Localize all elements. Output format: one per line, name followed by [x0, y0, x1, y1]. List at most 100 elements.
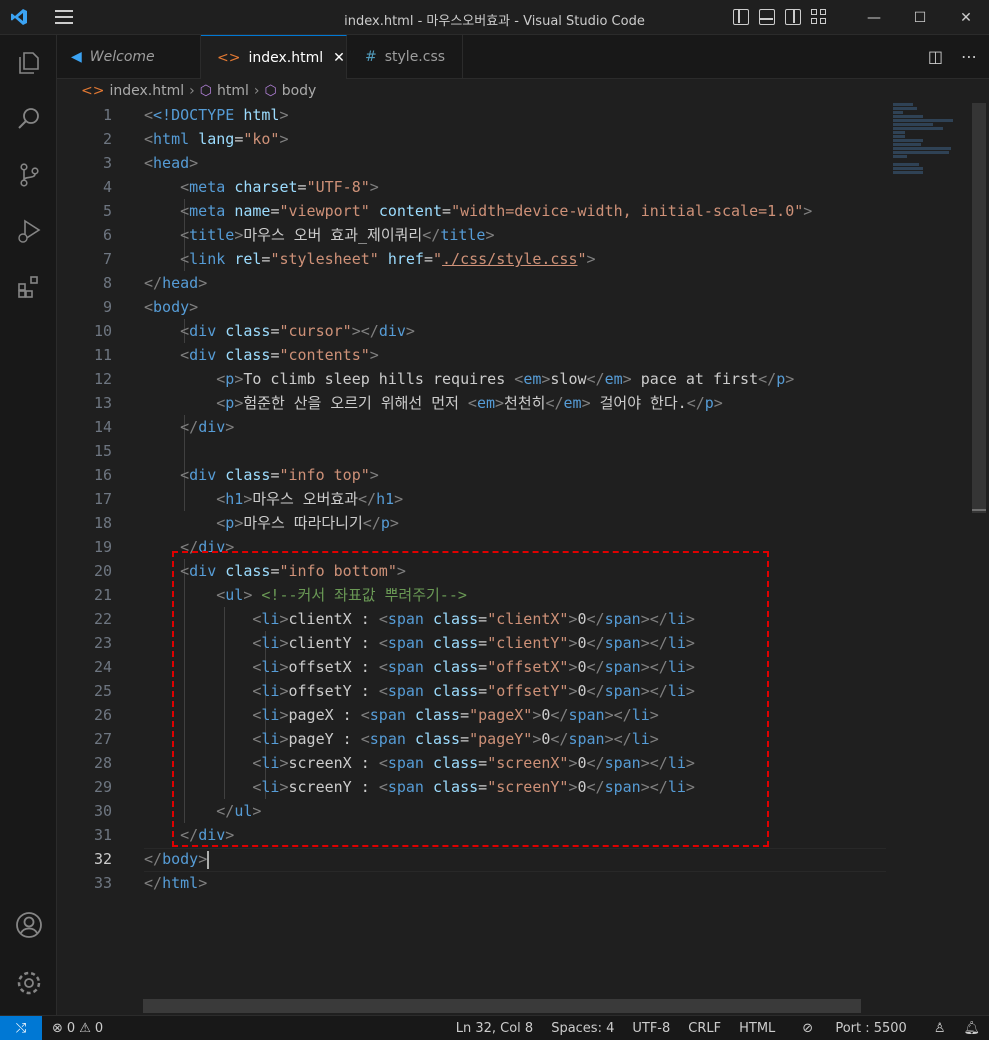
editor-tabs: ◀ Welcome <> index.html ✕ # style.css ◫ … [57, 35, 989, 79]
problems-indicator[interactable]: ⊗ 0 ⚠ 0 [52, 1021, 103, 1036]
element-icon: ⬡ [199, 83, 212, 99]
code-token: pace at first [631, 370, 759, 388]
close-window-button[interactable]: ✕ [943, 0, 989, 35]
code-token: div [189, 322, 217, 340]
language-mode[interactable]: HTML [730, 1021, 784, 1036]
code-token: class [433, 682, 479, 700]
code-token: "info top" [279, 466, 370, 484]
breadcrumb-item[interactable]: html [217, 83, 249, 99]
more-actions-icon[interactable]: ⋯ [961, 47, 977, 66]
broadcast-icon: ⊘ [802, 1020, 818, 1036]
error-count: 0 [66, 1020, 76, 1036]
code-token: "offsetX" [487, 658, 569, 676]
code-token: offsetX : [288, 658, 379, 676]
element-icon: ⬡ [264, 83, 277, 99]
vertical-scrollbar[interactable] [972, 103, 986, 1015]
maximize-button[interactable]: ☐ [897, 0, 943, 35]
end-of-line[interactable]: CRLF [679, 1021, 730, 1036]
code-token: "screenX" [487, 754, 569, 772]
code-token: 마우스 따라다니기 [243, 514, 363, 532]
code-token: span [369, 706, 406, 724]
split-editor-icon[interactable]: ◫ [928, 47, 943, 66]
toggle-panel-icon[interactable] [759, 9, 775, 25]
code-token: span [568, 730, 605, 748]
code-token: class [225, 322, 271, 340]
extensions-icon[interactable] [0, 259, 57, 315]
code-token: ul [225, 586, 244, 604]
notifications-bell-icon[interactable]: 🔔︎ [954, 1021, 989, 1036]
code-token: "UTF-8" [306, 178, 370, 196]
tab-welcome[interactable]: ◀ Welcome [57, 35, 201, 79]
code-token: 마우스 오버효과 [252, 490, 359, 508]
code-token: em [604, 370, 623, 388]
close-tab-icon[interactable]: ✕ [333, 50, 345, 66]
code-token: <!DOCTYPE [153, 106, 235, 124]
code-token: lang [198, 130, 235, 148]
text-cursor [207, 850, 210, 869]
tab-index-html[interactable]: <> index.html ✕ [201, 35, 347, 79]
search-icon[interactable] [0, 91, 57, 147]
code-token: li [631, 730, 650, 748]
code-token: span [387, 610, 424, 628]
code-token: link [189, 250, 226, 268]
code-token: "clientX" [487, 610, 569, 628]
title-bar: index.html - 마우스오버효과 - Visual Studio Cod… [0, 0, 989, 35]
minimize-button[interactable]: — [851, 0, 897, 35]
cursor-position[interactable]: Ln 32, Col 8 [447, 1021, 542, 1036]
tab-style-css[interactable]: # style.css [347, 35, 463, 79]
code-token: class [225, 562, 271, 580]
code-token: 0 [577, 682, 587, 700]
accounts-feedback-icon[interactable]: ♙ [925, 1021, 955, 1036]
code-token: class [433, 658, 479, 676]
line-number: 15 [93, 442, 112, 460]
code-token: clientX : [288, 610, 379, 628]
code-token: span [387, 754, 424, 772]
breadcrumb-item[interactable]: index.html [109, 83, 184, 99]
code-token: class [433, 634, 479, 652]
code-token: clientY : [288, 634, 379, 652]
source-control-icon[interactable] [0, 147, 57, 203]
code-token: p [704, 394, 714, 412]
vscode-logo-icon: ◀ [71, 49, 82, 65]
code-token: p [380, 514, 390, 532]
code-token: span [604, 610, 641, 628]
run-debug-icon[interactable] [0, 203, 57, 259]
code-token: "pageY" [469, 730, 533, 748]
code-token: 천천히 [504, 394, 546, 412]
code-token: li [667, 754, 686, 772]
code-token: class [225, 466, 271, 484]
horizontal-scrollbar[interactable] [143, 999, 861, 1013]
tab-label: Welcome [89, 49, 155, 65]
encoding[interactable]: UTF-8 [623, 1021, 679, 1036]
code-token: "clientY" [487, 634, 569, 652]
warning-icon: ⚠ [79, 1020, 91, 1036]
minimap[interactable] [893, 103, 963, 183]
remote-indicator-icon[interactable]: ⤭ [0, 1015, 42, 1040]
indentation[interactable]: Spaces: 4 [542, 1021, 623, 1036]
live-server-port[interactable]: ⊘ Port : 5500 [784, 1021, 925, 1036]
code-token: em [476, 394, 495, 412]
code-token: meta [189, 202, 226, 220]
code-token: "info bottom" [279, 562, 397, 580]
code-token: li [667, 682, 686, 700]
manage-gear-icon[interactable] [0, 955, 57, 1011]
code-token: title [189, 226, 235, 244]
code-token: screenY : [288, 778, 379, 796]
code-token: div [189, 562, 217, 580]
code-token: screenX : [288, 754, 379, 772]
code-token: span [604, 778, 641, 796]
accounts-icon[interactable] [0, 897, 57, 953]
toggle-primary-sidebar-icon[interactable] [733, 9, 749, 25]
code-token: 걸어야 한다. [590, 394, 687, 412]
code-token: div [189, 466, 217, 484]
code-editor[interactable]: 1 2 3 4 5 6 7 8 9 10 11 12 13 14 15 16 17 18 19 20 21 22 23 24 2… [57, 103, 989, 1015]
code-token: class [433, 610, 479, 628]
scrollbar-thumb[interactable] [972, 103, 986, 513]
explorer-icon[interactable] [0, 35, 57, 91]
breadcrumb-item[interactable]: body [282, 83, 317, 99]
code-token: "width=device-width, initial-scale=1.0" [451, 202, 804, 220]
code-token: h1 [225, 490, 244, 508]
code-link[interactable]: ./css/style.css [442, 250, 577, 268]
toggle-secondary-sidebar-icon[interactable] [785, 9, 801, 25]
customize-layout-icon[interactable] [811, 9, 827, 25]
